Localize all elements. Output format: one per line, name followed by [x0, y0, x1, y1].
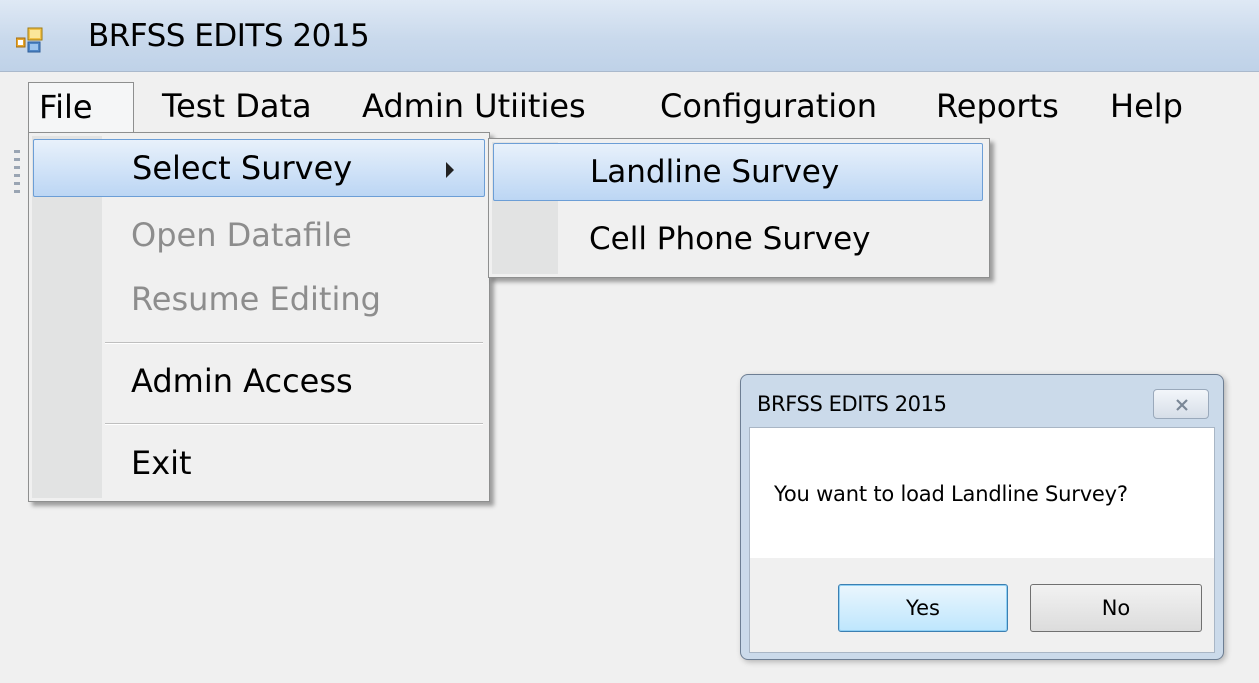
menu-item-label: Open Datafile	[131, 216, 352, 254]
menu-item-label: Landline Survey	[590, 154, 840, 190]
menu-item-admin-access[interactable]: Admin Access	[33, 353, 485, 411]
toolstrip-grip[interactable]	[14, 150, 20, 196]
menu-item-label: Resume Editing	[131, 280, 381, 318]
menu-item-resume-editing[interactable]: Resume Editing	[33, 271, 485, 329]
menu-file[interactable]: File	[28, 82, 134, 132]
no-button[interactable]: No	[1030, 584, 1202, 632]
menu-file-label: File	[39, 88, 93, 126]
menu-test-data-label: Test Data	[162, 87, 312, 125]
menu-admin-utilities[interactable]: Admin Utiities	[352, 82, 596, 132]
close-icon	[1176, 399, 1188, 411]
menu-configuration-label: Configuration	[660, 87, 878, 125]
menu-item-label: Cell Phone Survey	[589, 221, 871, 257]
menu-reports-label: Reports	[936, 87, 1059, 125]
select-survey-submenu: Landline Survey Cell Phone Survey	[488, 138, 990, 278]
menu-test-data[interactable]: Test Data	[152, 82, 322, 132]
window-title: BRFSS EDITS 2015	[88, 18, 370, 54]
menu-admin-utilities-label: Admin Utiities	[362, 87, 586, 125]
menu-item-label: Admin Access	[131, 362, 353, 400]
dialog-close-button[interactable]	[1153, 389, 1209, 419]
menu-item-open-datafile[interactable]: Open Datafile	[33, 207, 485, 265]
yes-button[interactable]: Yes	[838, 584, 1008, 632]
dialog-title: BRFSS EDITS 2015	[757, 392, 947, 416]
menu-help[interactable]: Help	[1100, 82, 1193, 132]
confirm-dialog: BRFSS EDITS 2015 You want to load Landli…	[740, 374, 1224, 660]
app-icon	[15, 26, 52, 54]
menu-help-label: Help	[1110, 87, 1183, 125]
menu-separator	[105, 423, 483, 425]
menu-item-landline-survey[interactable]: Landline Survey	[493, 143, 983, 201]
submenu-arrow-icon	[446, 162, 454, 178]
menu-reports[interactable]: Reports	[926, 82, 1069, 132]
menu-separator	[105, 342, 483, 344]
menu-item-cell-phone-survey[interactable]: Cell Phone Survey	[493, 211, 983, 269]
dialog-message-area: You want to load Landline Survey?	[750, 428, 1214, 558]
dialog-message: You want to load Landline Survey?	[774, 482, 1128, 506]
dialog-body: You want to load Landline Survey? Yes No	[749, 427, 1215, 653]
menu-item-exit[interactable]: Exit	[33, 435, 485, 493]
menu-item-select-survey[interactable]: Select Survey	[33, 139, 485, 197]
menu-item-label: Exit	[131, 444, 192, 482]
menu-configuration[interactable]: Configuration	[650, 82, 887, 132]
menu-item-label: Select Survey	[132, 149, 353, 187]
file-dropdown-menu: Select Survey Open Datafile Resume Editi…	[28, 132, 490, 502]
